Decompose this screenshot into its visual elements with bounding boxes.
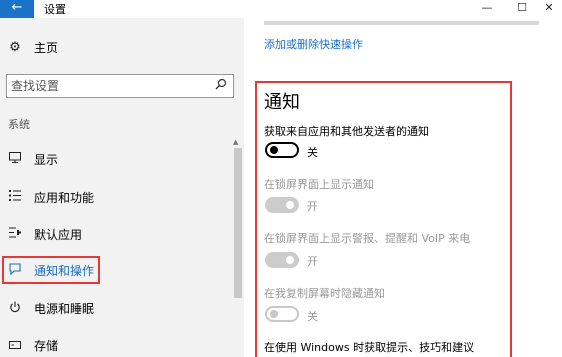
- search-box: [6, 74, 234, 98]
- minimize-button[interactable]: —: [470, 0, 504, 18]
- window-title: 设置: [44, 3, 66, 16]
- power-icon: [8, 301, 22, 316]
- back-arrow-icon: ←: [11, 0, 23, 15]
- toggle-state-text: 关: [307, 310, 318, 323]
- storage-icon: [8, 338, 22, 352]
- sidebar-item-display[interactable]: 显示: [0, 144, 234, 174]
- apps-icon: [8, 190, 22, 204]
- scroll-up-icon[interactable]: ▲: [233, 138, 238, 146]
- toggle-knob: [286, 201, 294, 209]
- maximize-button[interactable]: ☐: [505, 0, 539, 18]
- sidebar-item-label: 默认应用: [34, 227, 83, 242]
- sidebar: ⚙ 主页 系统 显示 应用和功能 默认应用 通知和操作: [0, 18, 244, 357]
- toggle-knob: [286, 256, 294, 264]
- toggle-state-text: 关: [307, 146, 318, 159]
- gear-icon: ⚙: [9, 39, 21, 55]
- section-label-system: 系统: [8, 118, 30, 131]
- sidebar-item-label: 显示: [34, 152, 59, 167]
- sidebar-item-label: 通知和操作: [34, 263, 95, 278]
- hide-when-duplicating-toggle[interactable]: [265, 306, 299, 322]
- close-button[interactable]: ✕: [536, 0, 562, 18]
- home-label: 主页: [34, 40, 59, 55]
- setting-label: 在锁屏界面上显示警报、提醒和 VoIP 来电: [264, 232, 471, 245]
- lock-screen-alarms-toggle[interactable]: [265, 252, 299, 268]
- display-icon: [8, 152, 22, 166]
- sidebar-item-label: 电源和睡眠: [34, 301, 95, 316]
- setting-label: 在我复制屏幕时隐藏通知: [264, 287, 385, 300]
- toggle-knob: [270, 146, 278, 154]
- sidebar-item-label: 存储: [34, 338, 59, 353]
- setting-label: 在使用 Windows 时获取提示、技巧和建议: [264, 341, 475, 354]
- quick-actions-link[interactable]: 添加或删除快速操作: [264, 36, 363, 52]
- sidebar-item-label: 应用和功能: [34, 190, 95, 205]
- sidebar-item-storage[interactable]: 存储: [0, 330, 234, 357]
- sidebar-item-apps[interactable]: 应用和功能: [0, 182, 234, 212]
- sidebar-scrollbar[interactable]: [234, 148, 242, 298]
- title-bar: ← 设置 — ☐ ✕: [0, 0, 562, 18]
- notifications-toggle[interactable]: [265, 142, 299, 158]
- sidebar-item-notifications[interactable]: 通知和操作: [2, 256, 100, 284]
- toggle-state-text: 开: [307, 255, 318, 268]
- setting-label: 获取来自应用和其他发送者的通知: [264, 125, 429, 138]
- toggle-state-text: 开: [307, 200, 318, 213]
- default-apps-icon: [8, 227, 22, 241]
- notifications-heading: 通知: [264, 92, 300, 113]
- sidebar-item-default-apps[interactable]: 默认应用: [0, 219, 234, 249]
- home-nav-item[interactable]: ⚙ 主页: [8, 38, 58, 56]
- sidebar-item-power[interactable]: 电源和睡眠: [0, 293, 234, 323]
- divider: [264, 21, 539, 25]
- setting-label: 在锁屏界面上显示通知: [264, 178, 374, 191]
- back-button[interactable]: ←: [0, 0, 34, 18]
- notification-icon: [8, 262, 22, 278]
- search-input[interactable]: [7, 75, 202, 97]
- lock-screen-notifications-toggle[interactable]: [265, 197, 299, 213]
- main-content: 添加或删除快速操作 通知 获取来自应用和其他发送者的通知 关 在锁屏界面上显示通…: [244, 18, 562, 357]
- toggle-knob: [270, 310, 278, 318]
- search-icon[interactable]: [215, 78, 227, 93]
